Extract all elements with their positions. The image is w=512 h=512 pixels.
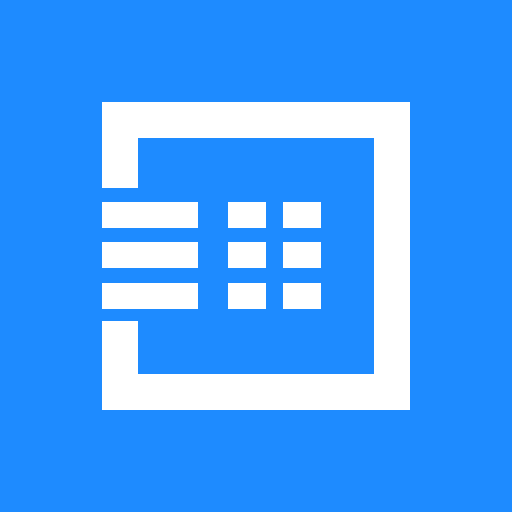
phone-keypad-app-icon — [0, 0, 512, 512]
keypad-key — [283, 283, 321, 309]
menu-lines-icon — [102, 202, 198, 309]
keypad-key — [228, 202, 266, 228]
menu-line — [102, 283, 198, 309]
menu-line — [102, 242, 198, 268]
keypad-key — [228, 283, 266, 309]
app-icon-canvas — [0, 0, 512, 512]
keypad-key — [283, 202, 321, 228]
menu-line — [102, 202, 198, 228]
keypad-key — [228, 242, 266, 268]
keypad-key — [283, 242, 321, 268]
